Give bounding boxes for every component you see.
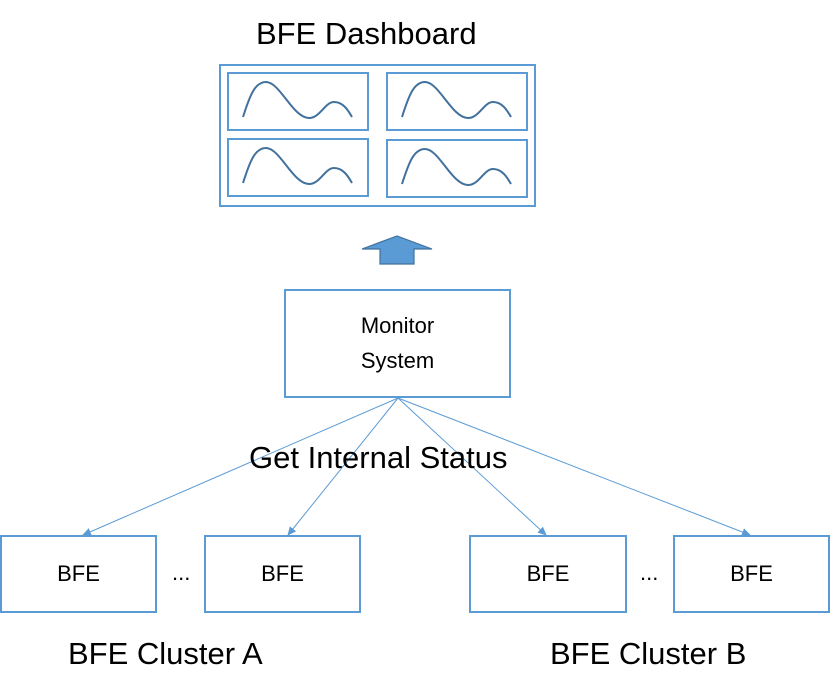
bfe-node-label: BFE (261, 560, 304, 586)
cluster-a-label: BFE Cluster A (68, 636, 263, 671)
bfe-node-label: BFE (526, 560, 570, 586)
bfe-node: BFE (0, 535, 157, 613)
up-arrow-icon (361, 235, 433, 265)
bfe-node: BFE (204, 535, 361, 613)
monitor-system-box: Monitor System (284, 289, 511, 398)
bfe-node-label: BFE (730, 560, 773, 586)
edge-label: Get Internal Status (249, 440, 508, 475)
chart-panel-4 (386, 139, 528, 198)
chart-panel-2 (386, 72, 528, 131)
cluster-b-label: BFE Cluster B (550, 636, 747, 671)
bfe-node: BFE (673, 535, 830, 613)
monitor-label-line2: System (360, 347, 435, 373)
ellipsis: ... (172, 560, 191, 585)
ellipsis: ... (640, 560, 659, 585)
bfe-node: BFE (469, 535, 627, 613)
bfe-node-label: BFE (57, 560, 100, 586)
chart-panel-3 (227, 138, 369, 197)
monitor-label-line1: Monitor (360, 313, 435, 339)
chart-panel-1 (227, 72, 369, 131)
